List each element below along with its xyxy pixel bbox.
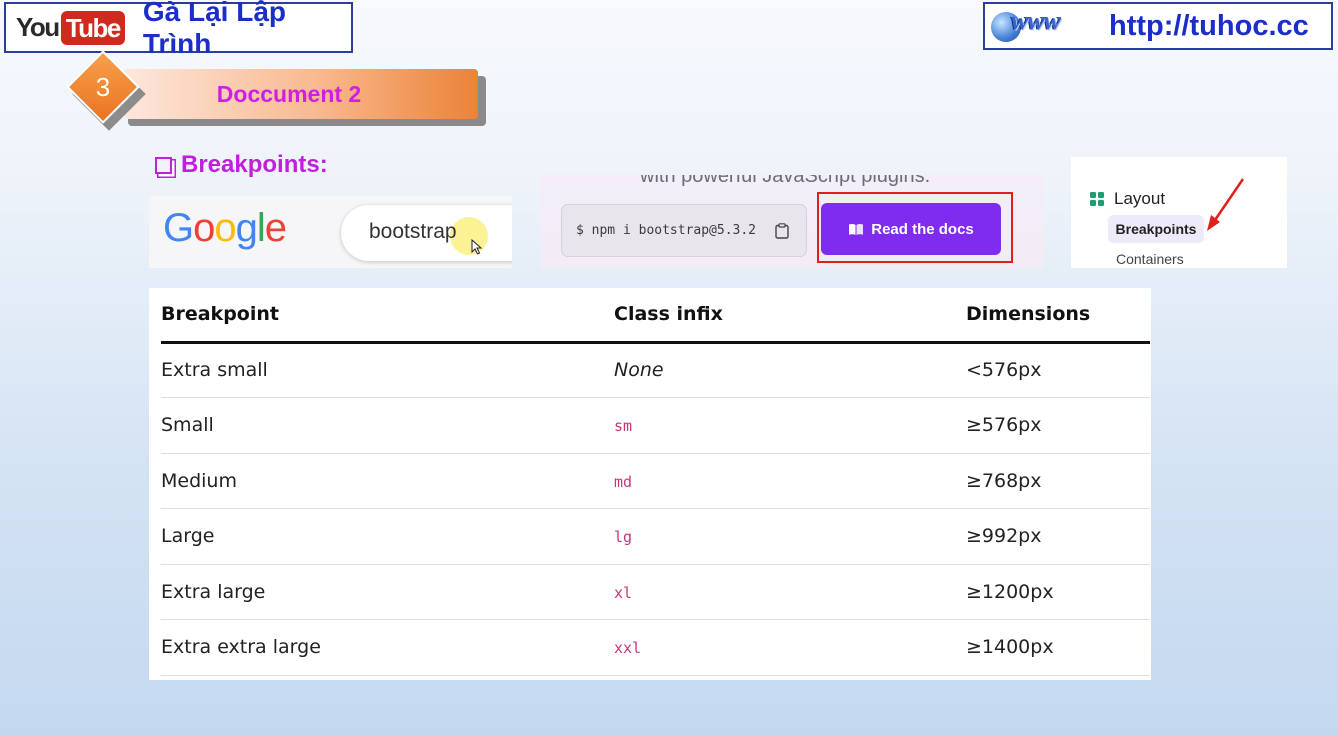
class-infix-code: lg (614, 528, 633, 547)
class-infix-cell: lg (614, 508, 966, 565)
clipboard-icon[interactable] (775, 223, 789, 239)
youtube-logo-you: You (16, 12, 60, 42)
table-row: Extra small None <576px (161, 342, 1150, 398)
npm-install-snippet: $ npm i bootstrap@5.3.2 (561, 204, 807, 257)
breakpoint-cell: Small (161, 397, 614, 454)
sidebar-item-breakpoints[interactable]: Breakpoints (1108, 215, 1204, 243)
google-search-screenshot: Google bootstrap (149, 196, 512, 268)
header-dimensions: Dimensions (966, 288, 1150, 344)
breakpoint-cell: Large (161, 508, 614, 565)
sidebar-item-containers[interactable]: Containers (1116, 251, 1184, 267)
search-query-text: bootstrap (369, 220, 457, 243)
red-pointer-arrow-icon (1207, 178, 1245, 231)
class-infix-cell: xl (614, 564, 966, 620)
class-infix-code: xxl (614, 639, 642, 658)
checkbox-bullet-icon (155, 156, 172, 174)
breakpoint-cell: Extra small (161, 342, 614, 398)
sidebar-group-layout[interactable]: Layout (1114, 189, 1165, 209)
dimensions-cell: ≥768px (966, 453, 1150, 509)
read-the-docs-label: Read the docs (871, 220, 974, 238)
header-breakpoint: Breakpoint (161, 288, 614, 344)
dimensions-cell: ≥1200px (966, 564, 1150, 620)
youtube-logo-tube: Tube (60, 10, 125, 45)
website-badge[interactable]: www http://tuhoc.cc (983, 2, 1333, 50)
read-the-docs-button[interactable]: Read the docs (821, 203, 1001, 255)
mouse-cursor-icon (471, 239, 483, 255)
google-search-input[interactable]: bootstrap (341, 205, 512, 261)
breakpoints-table-panel: Breakpoint Class infix Dimensions Extra … (149, 288, 1151, 680)
breakpoints-heading-text: Breakpoints: (181, 151, 328, 178)
section-banner: Doccument 2 (124, 69, 478, 119)
channel-name: Gà Lại Lập Trình (142, 0, 287, 59)
book-icon (849, 223, 864, 235)
table-header-row: Breakpoint Class infix Dimensions (161, 288, 1150, 344)
table-row: Small sm ≥576px (161, 397, 1150, 454)
sidebar-item-breakpoints-label: Breakpoints (1115, 221, 1197, 237)
table-row: Extra extra large xxl ≥1400px (161, 619, 1150, 676)
section-title: Doccument 2 (216, 80, 362, 107)
bootstrap-tagline: with powerful JavaScript plugins. (640, 175, 931, 187)
dimensions-cell: ≥576px (966, 397, 1150, 454)
dimensions-cell: ≥992px (966, 508, 1150, 565)
breakpoint-cell: Extra extra large (161, 619, 614, 676)
class-infix-code: sm (614, 417, 633, 436)
grid-icon (1090, 192, 1104, 206)
breakpoint-cell: Extra large (161, 564, 614, 620)
section-number: 3 (95, 71, 111, 102)
class-infix-cell: sm (614, 397, 966, 454)
www-logo-text: www (1011, 6, 1061, 35)
breakpoint-cell: Medium (161, 453, 614, 509)
table-row: Extra large xl ≥1200px (161, 564, 1150, 620)
class-infix-cell: xxl (614, 619, 966, 676)
site-url-link[interactable]: http://tuhoc.cc (1109, 10, 1309, 43)
table-row: Medium md ≥768px (161, 453, 1150, 509)
class-infix-cell: md (614, 453, 966, 509)
breakpoints-heading: Breakpoints: (155, 151, 328, 179)
youtube-channel-badge[interactable]: You Tube Gà Lại Lập Trình (4, 0, 353, 59)
class-infix-code: md (614, 472, 633, 491)
header-class-infix: Class infix (614, 288, 966, 344)
breakpoints-table: Breakpoint Class infix Dimensions Extra … (161, 288, 1150, 676)
www-globe-logo: www (989, 6, 1107, 46)
class-infix-code: xl (614, 583, 633, 602)
dimensions-cell: ≥1400px (966, 619, 1150, 676)
docs-sidebar-screenshot: Layout Breakpoints Containers (1071, 157, 1287, 268)
class-infix-cell: None (614, 342, 966, 398)
google-logo: Google (163, 206, 287, 250)
npm-command-text: $ npm i bootstrap@5.3.2 (576, 223, 757, 238)
bootstrap-homepage-screenshot: with powerful JavaScript plugins. $ npm … (540, 175, 1044, 268)
dimensions-cell: <576px (966, 342, 1150, 398)
table-row: Large lg ≥992px (161, 508, 1150, 565)
